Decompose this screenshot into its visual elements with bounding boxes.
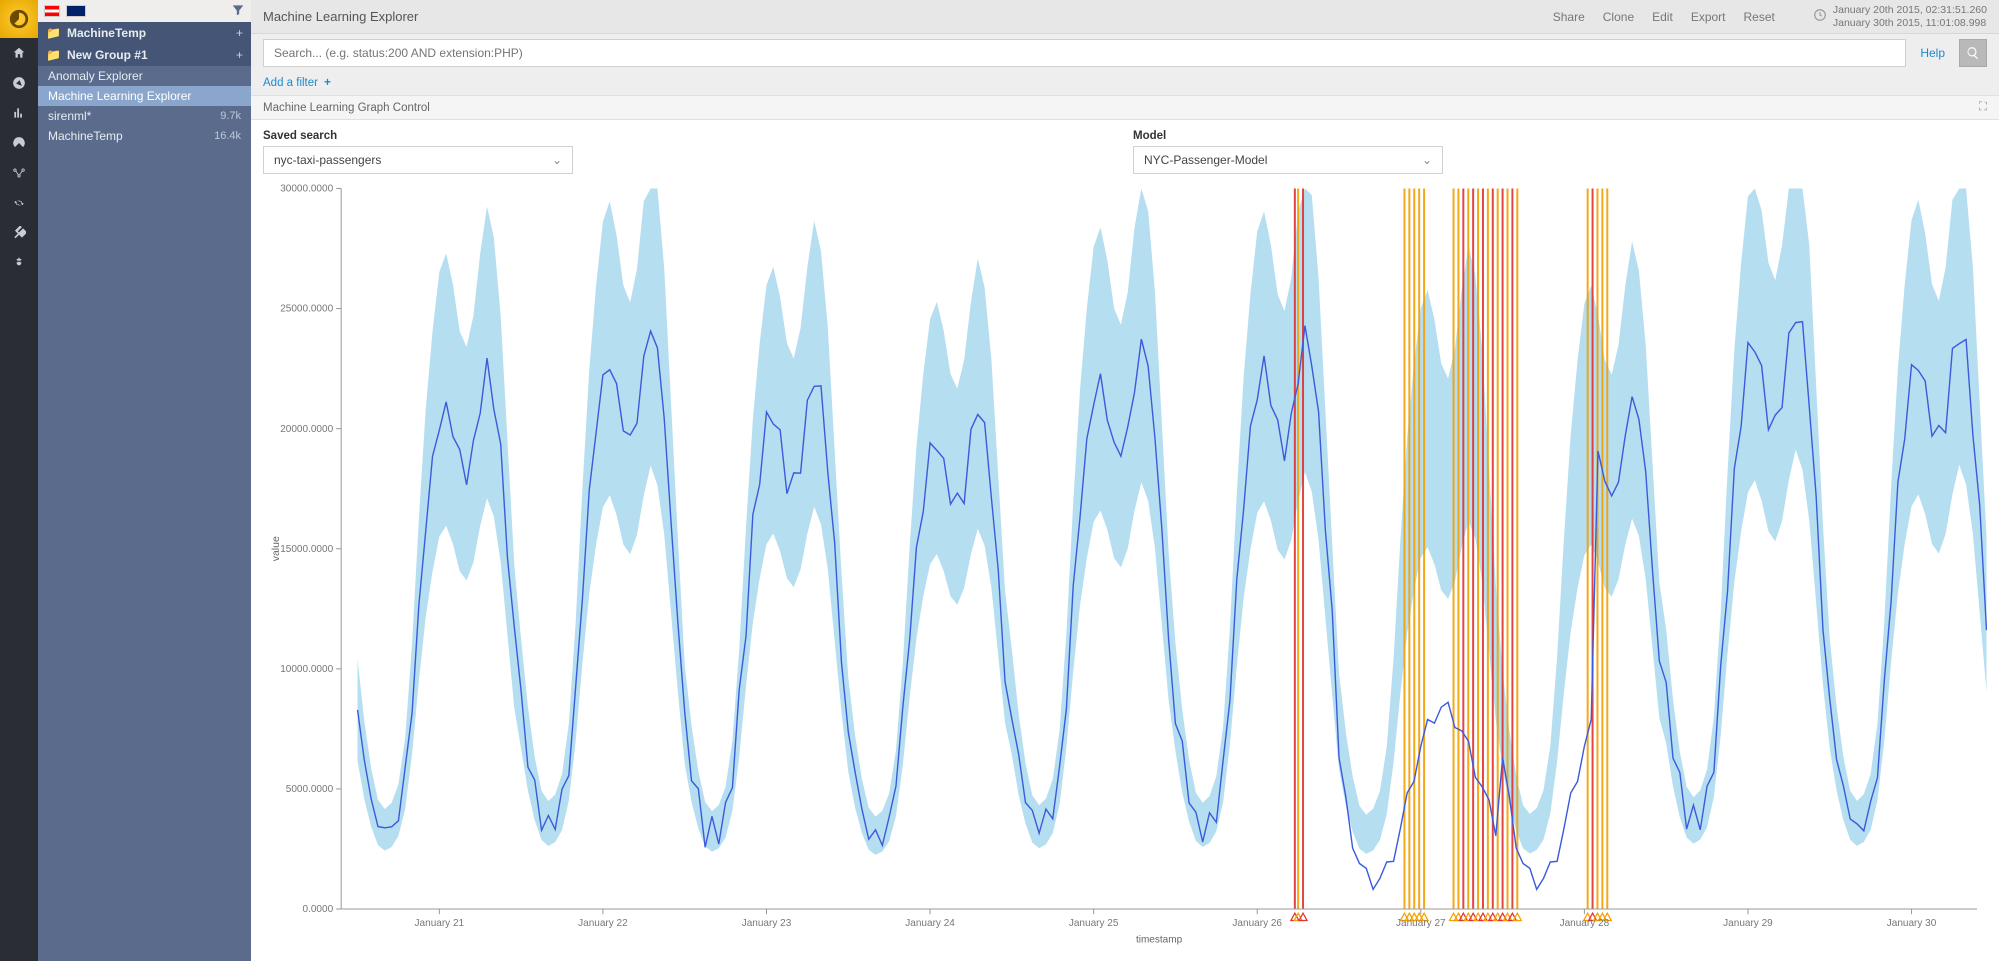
folder-icon: 📁 [46, 26, 61, 40]
side-top [38, 0, 251, 22]
svg-text:January 28: January 28 [1560, 918, 1610, 929]
panel-title: Machine Learning Graph Control [263, 102, 430, 114]
panel-header: Machine Learning Graph Control ⛶ [251, 96, 1999, 120]
folder-icon: 📁 [46, 48, 61, 62]
svg-text:January 25: January 25 [1069, 918, 1119, 929]
visualize-icon[interactable] [0, 98, 38, 128]
saved-search-label: Saved search [263, 130, 573, 142]
time-to: January 30th 2015, 11:01:08.998 [1833, 17, 1987, 30]
side-item-label: MachineTemp [48, 129, 123, 143]
controls: Saved search nyc-taxi-passengers ⌄ Model… [251, 120, 1999, 178]
svg-text:value: value [271, 536, 282, 561]
select-value: NYC-Passenger-Model [1144, 153, 1267, 167]
svg-text:January 24: January 24 [905, 918, 955, 929]
chart-container: 0.0000 5000.0000 10000.0000 15000.0000 20000… [251, 178, 1999, 961]
plus-icon[interactable]: + [236, 48, 243, 62]
search-row: Help [251, 34, 1999, 70]
svg-text:25000.0000: 25000.0000 [280, 304, 333, 315]
filter-row: Add a filter + [251, 70, 1999, 96]
expand-icon[interactable]: ⛶ [1979, 101, 1987, 114]
chevron-down-icon: ⌄ [1422, 153, 1432, 167]
chevron-down-icon: ⌄ [552, 153, 562, 167]
filter-funnel-icon[interactable] [231, 3, 245, 20]
main: Machine Learning Explorer Share Clone Ed… [251, 0, 1999, 961]
home-icon[interactable] [0, 38, 38, 68]
svg-text:January 22: January 22 [578, 918, 628, 929]
plus-icon: + [321, 77, 331, 89]
side-item-label: Machine Learning Explorer [48, 89, 191, 103]
app-logo[interactable] [0, 0, 38, 38]
share-button[interactable]: Share [1553, 10, 1585, 24]
model-select[interactable]: NYC-Passenger-Model ⌄ [1133, 146, 1443, 174]
icon-rail [0, 0, 38, 961]
management-icon[interactable] [0, 248, 38, 278]
export-button[interactable]: Export [1691, 10, 1726, 24]
svg-text:0.0000: 0.0000 [302, 904, 333, 915]
group-label: New Group #1 [67, 48, 148, 62]
svg-text:20000.0000: 20000.0000 [280, 424, 333, 435]
search-button[interactable] [1959, 39, 1987, 67]
side-item-machinetemp[interactable]: MachineTemp 16.4k [38, 126, 251, 146]
add-filter-link[interactable]: Add a filter + [263, 77, 331, 89]
discover-icon[interactable] [0, 68, 38, 98]
svg-text:January 29: January 29 [1723, 918, 1773, 929]
svg-text:January 26: January 26 [1232, 918, 1282, 929]
side-item-count: 9.7k [220, 110, 241, 122]
svg-text:January 30: January 30 [1887, 918, 1937, 929]
svg-text:January 21: January 21 [415, 918, 465, 929]
flag-icon[interactable] [44, 5, 60, 17]
side-panel: 📁 MachineTemp + 📁 New Group #1 + Anomaly E… [38, 0, 251, 961]
ml-timeseries-chart[interactable]: 0.0000 5000.0000 10000.0000 15000.0000 20000… [263, 178, 1987, 953]
svg-text:January 27: January 27 [1396, 918, 1446, 929]
side-item-label: sirenml* [48, 109, 91, 123]
plus-icon[interactable]: + [236, 26, 243, 40]
flag2-icon[interactable] [66, 5, 86, 17]
svg-text:January 23: January 23 [742, 918, 792, 929]
side-group-newgroup[interactable]: 📁 New Group #1 + [38, 44, 251, 66]
page-title: Machine Learning Explorer [263, 9, 418, 24]
topbar-actions: Share Clone Edit Export Reset January 20… [1553, 4, 1987, 29]
settings-icon[interactable] [0, 188, 38, 218]
group-label: MachineTemp [67, 26, 146, 40]
select-value: nyc-taxi-passengers [274, 153, 381, 167]
svg-text:5000.0000: 5000.0000 [286, 784, 334, 795]
svg-text:10000.0000: 10000.0000 [280, 664, 333, 675]
side-item-sirenml[interactable]: sirenml* 9.7k [38, 106, 251, 126]
side-item-count: 16.4k [214, 130, 241, 142]
time-from: January 20th 2015, 02:31:51.260 [1833, 4, 1987, 17]
side-item-label: Anomaly Explorer [48, 69, 143, 83]
clone-button[interactable]: Clone [1603, 10, 1634, 24]
clock-icon [1813, 8, 1827, 26]
saved-search-select[interactable]: nyc-taxi-passengers ⌄ [263, 146, 573, 174]
svg-text:30000.0000: 30000.0000 [280, 183, 333, 194]
topbar: Machine Learning Explorer Share Clone Ed… [251, 0, 1999, 34]
side-item-ml-explorer[interactable]: Machine Learning Explorer [38, 86, 251, 106]
devtools-icon[interactable] [0, 218, 38, 248]
search-input[interactable] [263, 39, 1906, 67]
edit-button[interactable]: Edit [1652, 10, 1673, 24]
dashboard-icon[interactable] [0, 128, 38, 158]
side-group-machinetemp[interactable]: 📁 MachineTemp + [38, 22, 251, 44]
time-range[interactable]: January 20th 2015, 02:31:51.260 January … [1813, 4, 1987, 29]
svg-text:timestamp: timestamp [1136, 934, 1183, 945]
svg-text:15000.0000: 15000.0000 [280, 544, 333, 555]
graph-icon[interactable] [0, 158, 38, 188]
model-label: Model [1133, 130, 1443, 142]
help-link[interactable]: Help [1914, 46, 1951, 60]
side-item-anomaly-explorer[interactable]: Anomaly Explorer [38, 66, 251, 86]
reset-button[interactable]: Reset [1744, 10, 1775, 24]
